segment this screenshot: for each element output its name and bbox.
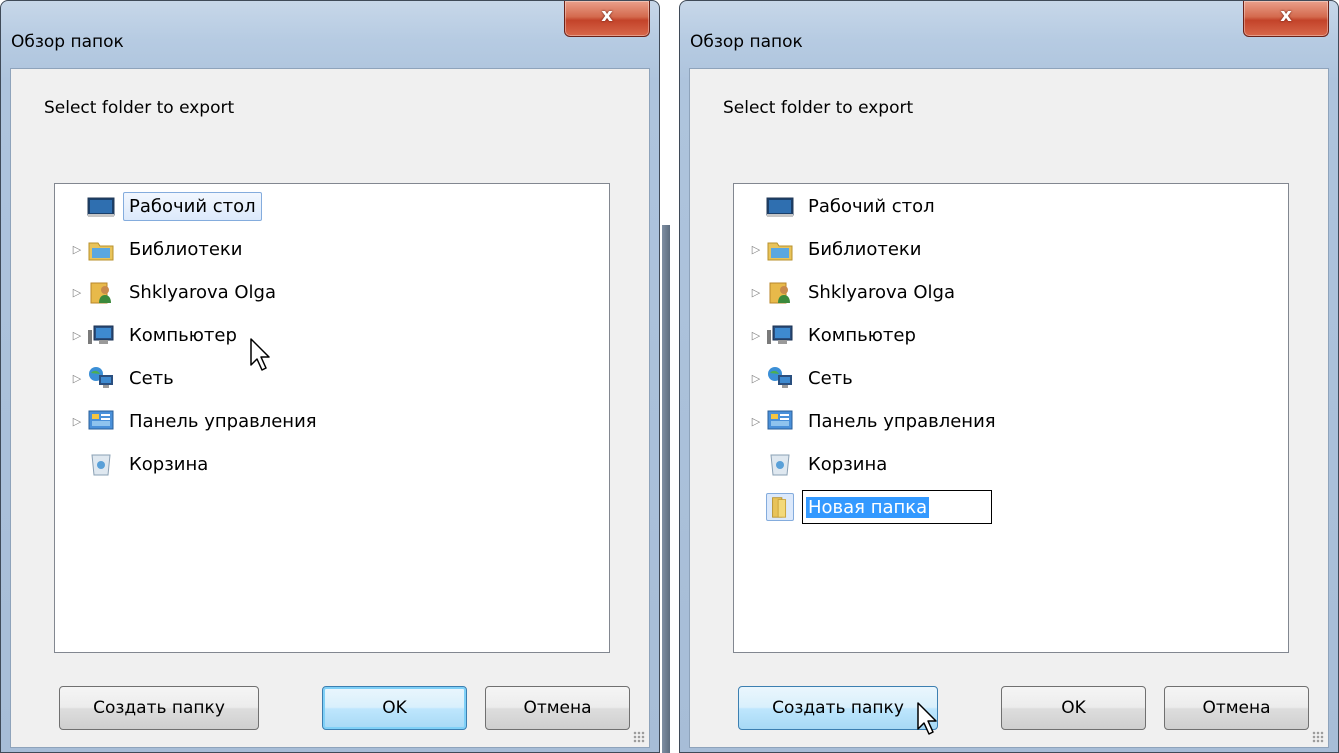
recycle-bin-icon: [766, 450, 794, 478]
tree-item-control-panel[interactable]: ▷ Панель управления: [750, 401, 1002, 441]
cancel-button[interactable]: Отмена: [1164, 686, 1309, 730]
computer-icon: [766, 321, 794, 349]
tree-item-new-folder[interactable]: ▷ Новая папка: [750, 487, 992, 527]
tree-item-label: Корзина: [808, 453, 888, 475]
tree-item-label: Shklyarova Olga: [808, 281, 955, 303]
folder-tree[interactable]: ▷ Рабочий стол ▷ Библиотеки ▷ Shklyarova…: [733, 183, 1289, 653]
tree-item-network[interactable]: ▷ Сеть: [750, 358, 859, 398]
computer-icon: [87, 321, 115, 349]
mouse-cursor-icon: [250, 338, 270, 371]
expander-icon[interactable]: ▷: [750, 272, 762, 312]
tree-item-label: Панель управления: [808, 410, 996, 432]
ok-button[interactable]: OK: [322, 686, 467, 730]
mouse-cursor-icon: [917, 702, 937, 735]
dialog-client-area: Select folder to export ▷ Рабочий стол ▷…: [10, 68, 650, 748]
tree-item-computer[interactable]: ▷ Компьютер: [750, 315, 922, 355]
folder-icon: [766, 493, 794, 521]
tree-item-label: Рабочий стол: [123, 191, 262, 221]
expander-icon[interactable]: ▷: [71, 315, 83, 355]
dialog-prompt: Select folder to export: [723, 98, 914, 118]
dialog-title: Обзор папок: [11, 32, 124, 52]
resize-grip[interactable]: [633, 731, 645, 743]
tree-item-label: Рабочий стол: [808, 195, 935, 217]
tree-item-network[interactable]: ▷ Сеть: [71, 358, 180, 398]
tree-item-label: Библиотеки: [129, 238, 243, 260]
tree-item-user[interactable]: ▷ Shklyarova Olga: [750, 272, 961, 312]
new-folder-button[interactable]: Создать папку: [59, 686, 259, 730]
window-edge: [662, 225, 670, 753]
dialog-title: Обзор папок: [690, 32, 803, 52]
control-panel-icon: [87, 407, 115, 435]
expander-icon[interactable]: ▷: [750, 229, 762, 269]
tree-item-desktop[interactable]: ▷ Рабочий стол: [71, 186, 262, 226]
folder-tree[interactable]: ▷ Рабочий стол ▷ Библиотеки ▷ Shklyarova…: [54, 183, 610, 653]
user-folder-icon: [87, 278, 115, 306]
user-folder-icon: [766, 278, 794, 306]
close-icon: x: [1280, 5, 1292, 26]
libraries-icon: [87, 235, 115, 263]
expander-icon[interactable]: ▷: [71, 272, 83, 312]
network-icon: [87, 364, 115, 392]
control-panel-icon: [766, 407, 794, 435]
cancel-button[interactable]: Отмена: [485, 686, 630, 730]
dialog-prompt: Select folder to export: [44, 98, 235, 118]
tree-item-label: Сеть: [808, 367, 853, 389]
tree-item-computer[interactable]: ▷ Компьютер: [71, 315, 243, 355]
resize-grip[interactable]: [1312, 731, 1324, 743]
expander-icon[interactable]: ▷: [71, 401, 83, 441]
expander-icon[interactable]: ▷: [750, 358, 762, 398]
tree-item-recycle-bin[interactable]: ▷ Корзина: [71, 444, 214, 484]
tree-item-label: Компьютер: [808, 324, 916, 346]
new-folder-name-input[interactable]: Новая папка: [802, 490, 992, 524]
ok-button[interactable]: OK: [1001, 686, 1146, 730]
desktop-icon: [87, 192, 115, 220]
tree-item-libraries[interactable]: ▷ Библиотеки: [71, 229, 249, 269]
recycle-bin-icon: [87, 450, 115, 478]
network-icon: [766, 364, 794, 392]
selected-text: Новая папка: [806, 496, 930, 518]
tree-item-recycle-bin[interactable]: ▷ Корзина: [750, 444, 893, 484]
tree-item-libraries[interactable]: ▷ Библиотеки: [750, 229, 928, 269]
tree-item-label: Библиотеки: [808, 238, 922, 260]
tree-item-label: Корзина: [129, 453, 209, 475]
browse-folder-dialog-right: Обзор папок x Select folder to export ▷ …: [679, 0, 1339, 753]
tree-item-control-panel[interactable]: ▷ Панель управления: [71, 401, 323, 441]
tree-item-label: Панель управления: [129, 410, 317, 432]
expander-icon[interactable]: ▷: [750, 401, 762, 441]
expander-icon[interactable]: ▷: [750, 315, 762, 355]
expander-icon[interactable]: ▷: [71, 229, 83, 269]
tree-item-user[interactable]: ▷ Shklyarova Olga: [71, 272, 282, 312]
close-icon: x: [601, 5, 613, 26]
tree-item-label: Компьютер: [129, 324, 237, 346]
browse-folder-dialog-left: Обзор папок x Select folder to export ▷ …: [0, 0, 660, 753]
libraries-icon: [766, 235, 794, 263]
tree-item-desktop[interactable]: ▷ Рабочий стол: [750, 186, 941, 226]
desktop-icon: [766, 192, 794, 220]
expander-icon[interactable]: ▷: [71, 358, 83, 398]
tree-item-label: Сеть: [129, 367, 174, 389]
dialog-client-area: Select folder to export ▷ Рабочий стол ▷…: [689, 68, 1329, 748]
close-button[interactable]: x: [1243, 1, 1329, 37]
close-button[interactable]: x: [564, 1, 650, 37]
tree-item-label: Shklyarova Olga: [129, 281, 276, 303]
new-folder-button[interactable]: Создать папку: [738, 686, 938, 730]
